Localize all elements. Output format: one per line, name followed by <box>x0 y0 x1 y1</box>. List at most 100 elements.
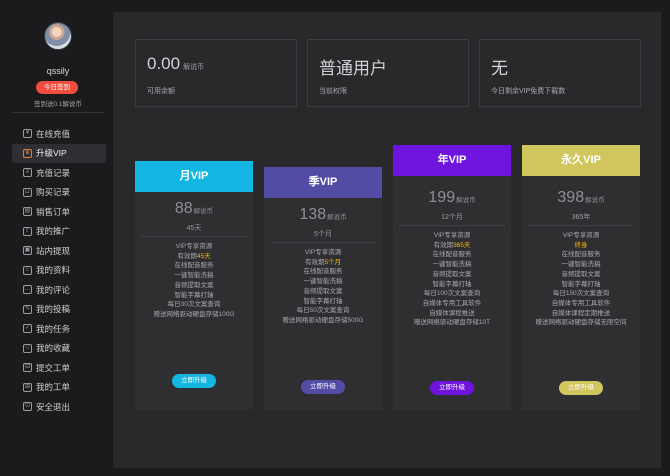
plan-feature: 在线配音服务 <box>561 251 601 259</box>
list-icon: ≡ <box>23 168 32 178</box>
sidebar-item-12[interactable]: ⊟ 提交工单 <box>12 358 106 378</box>
plan-feature: 一键智能洗稿 <box>303 278 343 286</box>
sidebar-item-label: 我的投稿 <box>36 304 71 315</box>
upgrade-button[interactable]: 立即升级 <box>559 381 603 395</box>
balance-unit: 解说币 <box>183 64 205 71</box>
avatar[interactable] <box>44 22 72 50</box>
plan-divider <box>141 236 247 237</box>
sidebar-item-label: 安全退出 <box>36 401 71 412</box>
plan-feature-prefix: 有效期 <box>177 252 197 260</box>
main-panel: 0.00 解说币 可用余额 普通用户 当前权限 无 今日剩余VIP免费下载数 月V… <box>113 12 661 468</box>
plan-features: VIP专享资源 有效期45天在线配音服务 一键智能洗稿 音频提取文案 智能字幕打轴 每日3… <box>135 242 253 320</box>
sidebar-divider <box>12 112 104 113</box>
plan-feature: 智能字幕打轴 <box>174 291 214 299</box>
plan-feature: 赠送网络驱动硬盘存储500G <box>282 316 364 324</box>
sidebar-item-13[interactable]: ⊞ 我的工单 <box>12 378 106 398</box>
plan-price: 88 <box>174 200 193 217</box>
plan-feature: 音频提取文案 <box>303 287 343 295</box>
plan-feature: VIP专享资源 <box>562 232 600 239</box>
plan-feature: 赠送网络驱动硬盘存储100G <box>153 310 235 318</box>
plan-card-1: 季VIP 138解说币 5个月 VIP专享资源 有效期5个月 在线配音服务 一键智能洗稿 音频… <box>264 167 382 410</box>
sidebar-item-5[interactable]: ⇧ 我的推广 <box>12 222 106 242</box>
sidebar-item-label: 我的评论 <box>36 284 71 295</box>
sidebar-item-label: 我的任务 <box>36 323 71 334</box>
plan-feature: 一键智能洗稿 <box>174 272 214 280</box>
task-icon: ✓ <box>23 324 32 334</box>
plan-feature-highlight: 45天 <box>196 252 211 260</box>
plan-feature: 在线配音服务 <box>432 251 472 259</box>
sidebar-item-8[interactable]: … 我的评论 <box>12 280 106 300</box>
plan-feature: 自媒体专用工具软件 <box>422 299 482 307</box>
sidebar-item-label: 我的收藏 <box>36 343 71 354</box>
upgrade-button[interactable]: 立即升级 <box>430 381 474 395</box>
star-icon: ☆ <box>23 343 32 353</box>
plan-feature: 每日30次文案查询 <box>167 301 221 309</box>
checkin-button[interactable]: 今日签到 <box>36 81 78 94</box>
balance-label: 可用余额 <box>147 88 175 95</box>
sidebar-item-label: 我的工单 <box>36 382 71 393</box>
balance-card: 0.00 解说币 可用余额 <box>135 39 297 107</box>
sidebar-item-7[interactable]: ☺ 我的资料 <box>12 261 106 281</box>
upgrade-button[interactable]: 立即升级 <box>301 380 345 394</box>
share-icon: ⇧ <box>23 226 32 236</box>
plan-feature: 一键智能洗稿 <box>432 261 472 269</box>
plan-feature: 自媒体专用工具软件 <box>551 299 611 307</box>
tickets-icon: ⊞ <box>23 382 32 392</box>
plan-divider <box>528 225 634 226</box>
permission-value: 普通用户 <box>319 59 387 78</box>
sidebar-item-6[interactable]: ▣ 站内提现 <box>12 241 106 261</box>
plan-feature: 智能字幕打轴 <box>561 280 601 288</box>
sidebar-item-label: 销售订单 <box>36 206 71 217</box>
plan-feature: 终身 <box>522 241 640 251</box>
plan-feature: 每日100次文案查询 <box>423 290 481 298</box>
sidebar-item-label: 我的推广 <box>36 226 71 237</box>
plan-feature: 每日50次文案查询 <box>296 307 350 315</box>
plan-feature: 智能字幕打轴 <box>303 297 343 305</box>
plan-feature: 每日150次文案查询 <box>552 290 610 298</box>
sidebar-item-label: 我的资料 <box>36 265 71 276</box>
wallet-icon: ▣ <box>23 246 32 256</box>
plan-features: VIP专享资源 有效期5个月 在线配音服务 一键智能洗稿 音频提取文案 智能字幕打轴 每日5… <box>264 248 382 326</box>
plan-feature: 自媒体课程推送 <box>429 309 475 317</box>
sidebar-item-14[interactable]: ⏻ 安全退出 <box>12 397 106 417</box>
plan-feature-highlight: 365天 <box>453 241 471 249</box>
sidebar-menu: ¥ 在线充值 ♛ 升级VIP ≡ 充值记录 ⊔ 购买记录 ▤ 销售订单 ⇧ 我的推广 ▣ 站内提现 ☺ 我的资… <box>12 124 106 417</box>
sidebar-item-label: 充值记录 <box>36 167 71 178</box>
edit-icon: ✎ <box>23 304 32 314</box>
upgrade-button[interactable]: 立即升级 <box>172 374 216 388</box>
free-downloads-value: 无 <box>491 59 508 78</box>
plan-price-unit: 解说币 <box>327 214 347 221</box>
plan-duration: 365年 <box>571 214 591 221</box>
plan-feature: 在线配音服务 <box>174 262 214 270</box>
plan-feature: 赠送网络驱动硬盘存储10T <box>413 319 491 327</box>
plan-price-unit: 解说币 <box>585 197 605 204</box>
ticket-icon: ⊟ <box>23 363 32 373</box>
permission-card: 普通用户 当前权限 <box>307 39 469 107</box>
plan-feature: VIP专享资源 <box>175 243 213 250</box>
plan-feature: 有效期5个月 <box>264 258 382 268</box>
plan-feature: VIP专享资源 <box>433 232 471 239</box>
sidebar-item-1[interactable]: ♛ 升级VIP <box>12 143 106 163</box>
sidebar-item-3[interactable]: ⊔ 购买记录 <box>12 183 106 203</box>
plan-card-0: 月VIP 88解说币 45天 VIP专享资源 有效期45天 在线配音服务 一键智能洗稿 音频提… <box>135 161 253 410</box>
sidebar-item-9[interactable]: ✎ 我的投稿 <box>12 300 106 320</box>
plan-feature: 音频提取文案 <box>174 281 214 289</box>
sidebar-item-label: 提交工单 <box>36 362 71 373</box>
balance-value: 0.00 <box>147 54 181 73</box>
sidebar-item-2[interactable]: ≡ 充值记录 <box>12 163 106 183</box>
plan-price-unit: 解说币 <box>456 197 476 204</box>
sidebar-item-4[interactable]: ▤ 销售订单 <box>12 202 106 222</box>
checkin-note: 签到送0.1解说币 <box>33 101 83 108</box>
sidebar-item-0[interactable]: ¥ 在线充值 <box>12 124 106 144</box>
order-icon: ▤ <box>23 207 32 217</box>
plan-duration: 45天 <box>186 225 202 232</box>
sidebar-item-11[interactable]: ☆ 我的收藏 <box>12 339 106 359</box>
sidebar-item-10[interactable]: ✓ 我的任务 <box>12 319 106 339</box>
plan-features: VIP专享资源 有效期365天 在线配音服务 一键智能洗稿 音频提取文案 智能字幕打轴 每日… <box>393 231 511 328</box>
plan-feature: 在线配音服务 <box>303 268 343 276</box>
free-downloads-label: 今日剩余VIP免费下载数 <box>491 88 566 95</box>
sidebar-item-label: 购买记录 <box>36 187 71 198</box>
sidebar: qssily 今日签到 签到送0.1解说币 ¥ 在线充值 ♛ 升级VIP ≡ 充值记录 ⊔ 购… <box>8 10 106 466</box>
sidebar-item-label: 在线充值 <box>36 128 71 139</box>
power-icon: ⏻ <box>23 402 32 412</box>
